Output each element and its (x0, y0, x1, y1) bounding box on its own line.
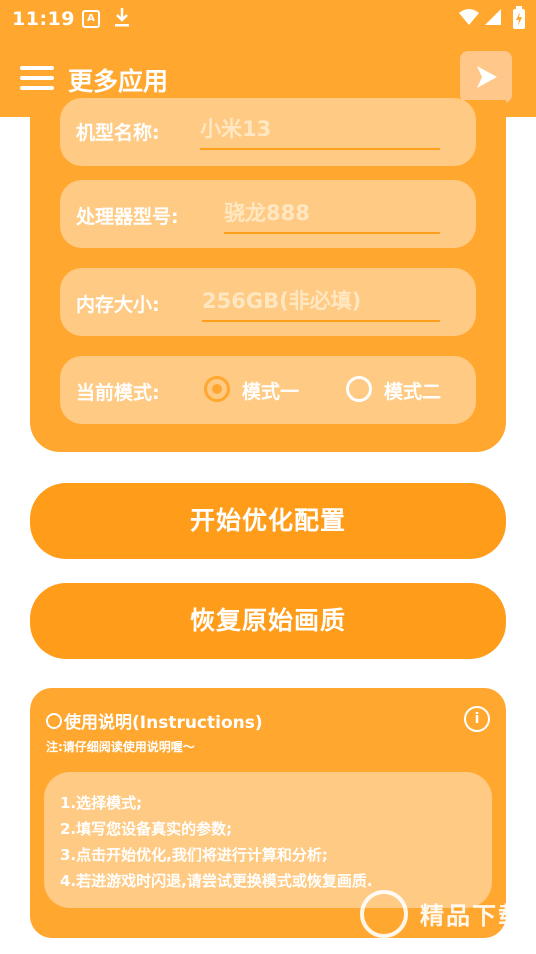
start-optimize-button[interactable]: 开始优化配置 (30, 483, 506, 559)
instruction-step: 3.点击开始优化,我们将进行计算和分析; (60, 846, 328, 864)
app-notification-icon: A (82, 10, 100, 28)
processor-field: 处理器型号: (60, 180, 476, 248)
watermark-logo-icon (360, 890, 408, 938)
processor-input[interactable] (224, 194, 440, 234)
mode-field: 当前模式: 模式一 模式二 (60, 356, 476, 424)
instruction-step: 4.若进游戏时闪退,请尝试更换模式或恢复画质. (60, 872, 373, 890)
radio-checked-icon (204, 376, 230, 402)
download-icon (115, 8, 129, 27)
model-label: 机型名称: (76, 122, 160, 144)
memory-field: 内存大小: (60, 268, 476, 336)
memory-input[interactable] (202, 282, 440, 322)
memory-label: 内存大小: (76, 294, 160, 316)
watermark-text: 精品下载 (420, 902, 524, 930)
instruction-step: 2.填写您设备真实的参数; (60, 820, 233, 838)
battery-icon (513, 6, 525, 29)
wifi-icon (459, 9, 479, 25)
circle-icon (46, 713, 62, 729)
instructions-note: 注:请仔细阅读使用说明喔～ (46, 740, 195, 754)
model-input[interactable] (200, 110, 440, 150)
share-button[interactable] (460, 51, 512, 103)
status-bar: 11:19 A (0, 0, 536, 40)
info-icon[interactable]: i (464, 706, 490, 732)
mode-one-label: 模式一 (242, 381, 300, 403)
config-card: 机型名称: 处理器型号: 内存大小: 当前模式: 模式一 模式二 (30, 98, 506, 452)
play-share-icon (477, 66, 497, 88)
page-title: 更多应用 (68, 67, 169, 96)
restore-quality-button[interactable]: 恢复原始画质 (30, 583, 506, 659)
mode-two-label: 模式二 (384, 381, 442, 403)
radio-unchecked-icon (346, 376, 372, 402)
status-time: 11:19 (12, 8, 75, 30)
instructions-title-text: 使用说明(Instructions) (64, 713, 263, 733)
instruction-step: 1.选择模式; (60, 794, 143, 812)
model-field: 机型名称: (60, 98, 476, 166)
watermark: 精品下载 (360, 886, 530, 946)
mode-label: 当前模式: (76, 382, 160, 404)
hamburger-menu-icon[interactable] (20, 66, 54, 90)
processor-label: 处理器型号: (76, 206, 179, 228)
signal-icon (485, 9, 501, 25)
instructions-title: 使用说明(Instructions) (46, 708, 263, 733)
